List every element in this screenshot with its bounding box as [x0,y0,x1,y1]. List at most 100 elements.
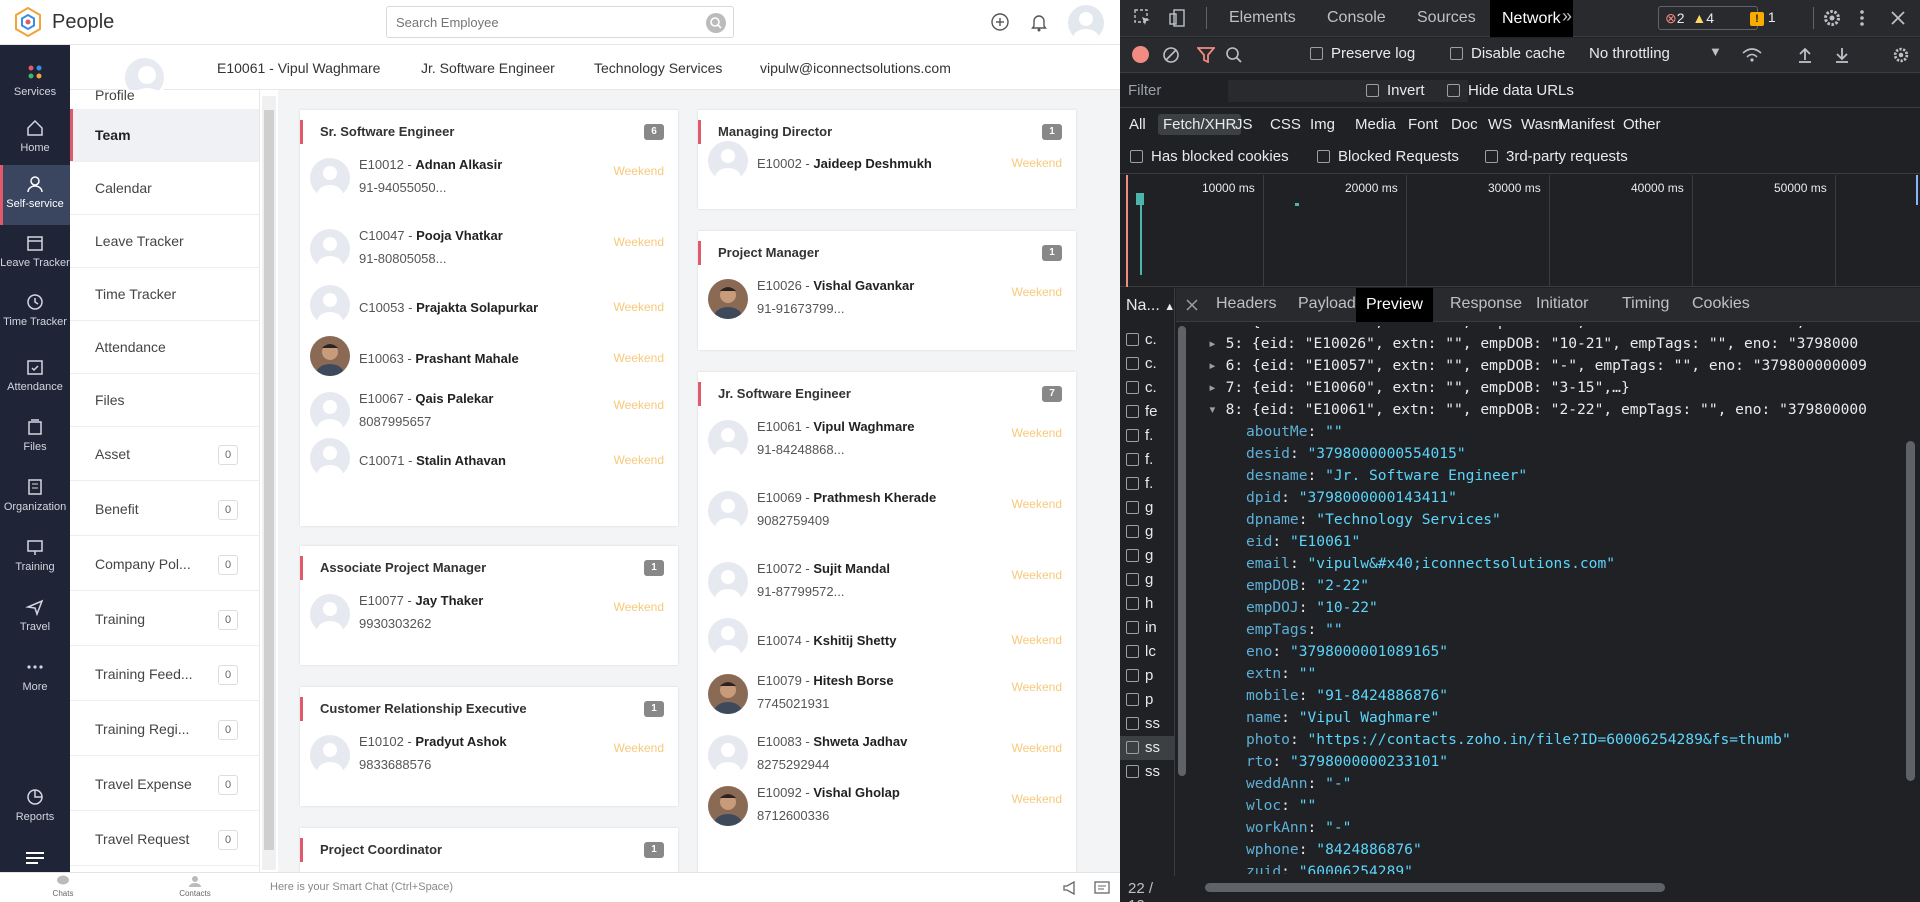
request-row[interactable]: lc [1120,640,1175,664]
search-icon[interactable] [1225,46,1243,64]
employee-avatar[interactable] [708,786,748,826]
request-checkbox[interactable] [1126,477,1139,490]
notification-bell-icon[interactable] [1028,11,1050,33]
user-avatar[interactable] [1068,5,1104,41]
network-settings-gear-icon[interactable] [1892,46,1910,64]
request-checkbox[interactable] [1126,381,1139,394]
employee-avatar[interactable] [310,392,350,432]
type-filter-all[interactable]: All [1124,114,1151,135]
inspect-element-icon[interactable] [1134,9,1152,27]
employee-id-name[interactable]: C10047 - Pooja Vhatkar [359,228,503,243]
employee-id-name[interactable]: E10102 - Pradyut Ashok [359,734,507,749]
type-filter-img[interactable]: Img [1305,114,1340,135]
subnav-item[interactable]: Leave Tracker [70,215,259,268]
request-checkbox[interactable] [1126,597,1139,610]
subnav-item[interactable]: Training 0 [70,593,259,646]
employee-card[interactable]: E10069 - Prathmesh Kherade 9082759409 Week… [698,481,1076,552]
request-checkbox[interactable] [1126,525,1139,538]
checkbox[interactable] [1317,150,1330,163]
nav-self-service[interactable]: Self-service [0,165,70,225]
nav-services[interactable]: Services [0,62,70,98]
request-row[interactable]: ss [1120,736,1175,760]
employee-name[interactable]: Sujit Mandal [813,561,890,576]
nav-travel[interactable]: Travel [0,597,70,633]
name-column-header[interactable]: Na... ▲ [1120,292,1175,320]
close-devtools-icon[interactable] [1890,10,1906,26]
employee-card[interactable]: E10092 - Vishal Gholap 8712600336 Weekend [698,776,1076,847]
employee-id-name[interactable]: E10092 - Vishal Gholap [757,785,900,800]
employee-name[interactable]: Qais Palekar [415,391,493,406]
expand-right-icon[interactable]: ▸ [1208,326,1226,330]
request-row[interactable]: h [1120,592,1175,616]
clear-icon[interactable] [1162,46,1180,64]
names-scrollbar[interactable] [1175,322,1188,876]
request-checkbox[interactable] [1126,621,1139,634]
collapsed-entry[interactable]: ▸ 5: {eid: "E10026", extn: "", empDOB: "… [1208,333,1858,355]
nav-organization[interactable]: Organization [0,477,70,513]
expand-right-icon[interactable]: ▸ [1208,335,1226,352]
employee-id-name[interactable]: E10026 - Vishal Gavankar [757,278,914,293]
request-row[interactable]: g [1120,568,1175,592]
nav-attendance[interactable]: Attendance [0,357,70,393]
scrollbar-thumb[interactable] [264,110,274,850]
request-checkbox[interactable] [1126,693,1139,706]
tab-preview[interactable]: Preview [1356,288,1433,322]
invert-checkbox[interactable]: Invert [1366,82,1425,99]
search-input[interactable] [387,7,687,37]
tab-cookies[interactable]: Cookies [1692,295,1750,313]
request-checkbox[interactable] [1126,357,1139,370]
subnav-item[interactable]: Time Tracker [70,268,259,321]
employee-avatar[interactable] [708,618,748,658]
third-party-requests-checkbox[interactable]: 3rd-party requests [1485,148,1628,165]
employee-name[interactable]: Vishal Gholap [813,785,899,800]
request-checkbox[interactable] [1126,549,1139,562]
request-checkbox[interactable] [1126,405,1139,418]
collapsed-entry[interactable]: ▸ 6: {eid: "E10057", extn: "", empDOB: "… [1208,355,1867,377]
request-checkbox[interactable] [1126,501,1139,514]
kebab-menu-icon[interactable] [1858,8,1866,28]
request-row[interactable]: p [1120,664,1175,688]
subnav-item[interactable]: Training Feed... 0 [70,648,259,701]
request-row[interactable]: f. [1120,424,1175,448]
employee-id-name[interactable]: C10053 - Prajakta Solapurkar [359,300,538,315]
employee-avatar[interactable] [708,491,748,531]
blocked-requests-checkbox[interactable]: Blocked Requests [1317,148,1459,165]
employee-id-name[interactable]: C10071 - Stalin Athavan [359,453,506,468]
download-icon[interactable] [1834,46,1850,64]
throttling-select[interactable]: No throttling [1589,45,1670,62]
request-checkbox[interactable] [1126,669,1139,682]
message-icon[interactable] [1094,881,1110,895]
employee-name[interactable]: Jay Thaker [415,593,483,608]
checkbox[interactable] [1310,47,1323,60]
preview-horizontal-scrollbar[interactable] [1195,880,1900,894]
employee-name[interactable]: Prajakta Solapurkar [416,300,538,315]
employee-name[interactable]: Shweta Jadhav [813,734,907,749]
hide-data-urls-checkbox[interactable]: Hide data URLs [1447,82,1574,99]
subnav-item[interactable]: Benefit 0 [70,483,259,536]
record-icon[interactable] [1132,46,1149,63]
type-filter-manifest[interactable]: Manifest [1553,114,1620,135]
employee-name[interactable]: Hitesh Borse [813,673,893,688]
add-icon[interactable] [989,11,1011,33]
request-row[interactable]: c. [1120,376,1175,400]
type-filter-doc[interactable]: Doc [1446,114,1483,135]
employee-name[interactable]: Vishal Gavankar [813,278,914,293]
request-row[interactable]: fe [1120,400,1175,424]
employee-avatar[interactable] [310,438,350,478]
subnav-item[interactable]: Travel Expense 0 [70,758,259,811]
request-checkbox[interactable] [1126,741,1139,754]
checkbox[interactable] [1447,84,1460,97]
nav-reports[interactable]: Reports [0,787,70,823]
scrollbar-thumb[interactable] [1906,441,1915,781]
request-checkbox[interactable] [1126,645,1139,658]
upload-icon[interactable] [1797,46,1813,64]
employee-id-name[interactable]: E10002 - Jaideep Deshmukh [757,156,932,171]
expand-right-icon[interactable]: ▸ [1208,379,1226,396]
chats-tab[interactable]: Chats [28,875,98,898]
type-filter-js[interactable]: JS [1230,114,1258,135]
employee-avatar[interactable] [708,735,748,775]
request-checkbox[interactable] [1126,429,1139,442]
tab-sources[interactable]: Sources [1417,9,1476,27]
tab-elements[interactable]: Elements [1229,9,1296,27]
nav-files[interactable]: Files [0,417,70,453]
